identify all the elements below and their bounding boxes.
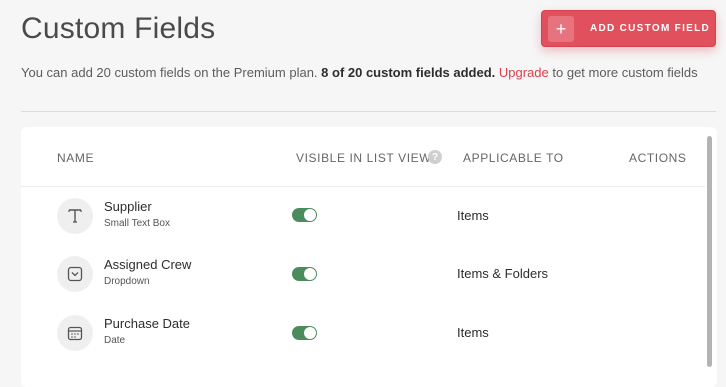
plus-icon: +: [548, 15, 574, 42]
dropdown-icon: [57, 256, 93, 292]
visible-toggle[interactable]: [292, 326, 317, 340]
add-custom-field-button[interactable]: + ADD CUSTOM FIELD: [541, 10, 716, 47]
toggle-knob: [304, 327, 316, 339]
table-scrollbar[interactable]: [707, 136, 712, 367]
applicable-to: Items: [457, 325, 489, 340]
section-divider: [21, 111, 716, 112]
plan-info-text: You can add 20 custom fields on the Prem…: [21, 63, 721, 82]
field-name: Purchase Date: [104, 316, 190, 331]
toggle-knob: [304, 268, 316, 280]
field-type: Date: [104, 335, 126, 346]
plan-info-suffix: to get more custom fields: [552, 65, 698, 80]
text-icon: [57, 198, 93, 234]
header-divider: [21, 186, 705, 187]
toggle-knob: [304, 209, 316, 221]
page-title: Custom Fields: [21, 12, 216, 45]
field-type: Small Text Box: [104, 218, 170, 229]
add-custom-field-label: ADD CUSTOM FIELD: [590, 23, 711, 34]
upgrade-link[interactable]: Upgrade: [499, 65, 549, 80]
visible-toggle[interactable]: [292, 267, 317, 281]
applicable-to: Items: [457, 208, 489, 223]
field-type: Dropdown: [104, 276, 150, 287]
column-header-actions: ACTIONS: [629, 151, 687, 165]
column-header-applicable: APPLICABLE TO: [463, 151, 564, 165]
help-icon[interactable]: ?: [428, 150, 442, 164]
field-name: Supplier: [104, 199, 152, 214]
column-header-name: NAME: [57, 151, 95, 165]
column-header-visible: VISIBLE IN LIST VIEW: [296, 151, 432, 165]
calendar-icon: [57, 315, 93, 351]
field-name: Assigned Crew: [104, 257, 192, 272]
applicable-to: Items & Folders: [457, 266, 549, 281]
field-count-text: 8 of 20 custom fields added.: [321, 65, 496, 80]
visible-toggle[interactable]: [292, 208, 317, 222]
plan-info-prefix: You can add 20 custom fields on the Prem…: [21, 65, 318, 80]
